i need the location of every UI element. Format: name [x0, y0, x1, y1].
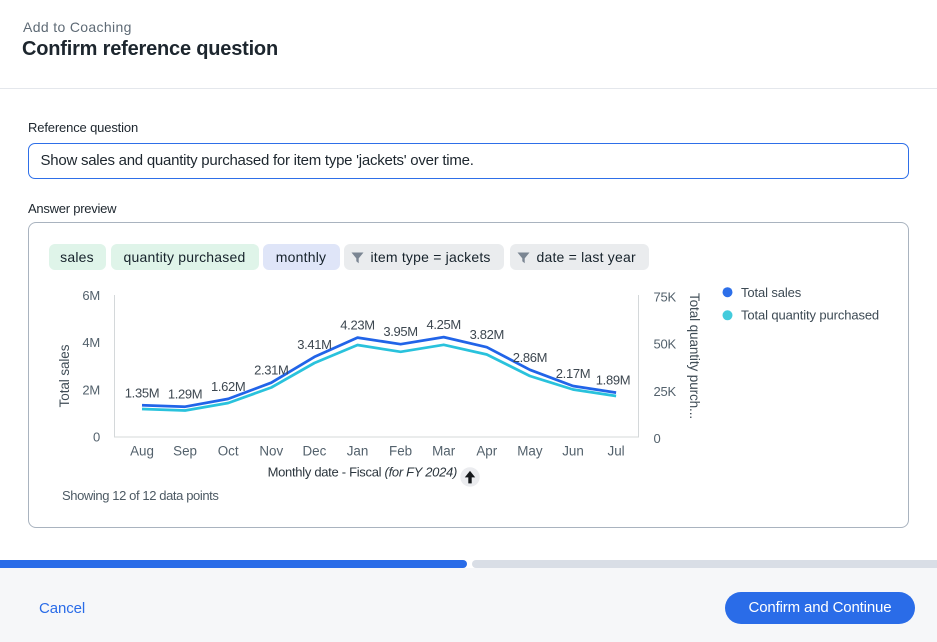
svg-text:Oct: Oct — [218, 444, 239, 459]
svg-text:25K: 25K — [654, 384, 677, 399]
svg-text:1.62M: 1.62M — [211, 379, 245, 394]
svg-text:6M: 6M — [82, 288, 100, 303]
svg-text:Total quantity purch...: Total quantity purch... — [687, 293, 702, 419]
svg-text:1.89M: 1.89M — [596, 373, 630, 388]
svg-text:4.25M: 4.25M — [427, 317, 461, 332]
svg-text:Sep: Sep — [173, 444, 197, 459]
svg-text:Nov: Nov — [259, 444, 283, 459]
svg-text:0: 0 — [654, 431, 661, 446]
svg-text:Total sales: Total sales — [57, 344, 72, 407]
svg-text:4M: 4M — [82, 335, 100, 350]
svg-text:Total sales: Total sales — [741, 285, 802, 300]
svg-text:2.31M: 2.31M — [254, 363, 288, 378]
svg-text:75K: 75K — [654, 290, 677, 305]
svg-text:1.35M: 1.35M — [125, 385, 159, 400]
svg-text:0: 0 — [93, 430, 100, 445]
svg-text:Monthly date - Fiscal (for FY: Monthly date - Fiscal (for FY 2024) — [268, 465, 457, 480]
svg-text:50K: 50K — [654, 337, 677, 352]
svg-text:Dec: Dec — [302, 444, 326, 459]
svg-text:Jul: Jul — [608, 444, 625, 459]
svg-text:3.82M: 3.82M — [470, 327, 504, 342]
svg-text:3.95M: 3.95M — [383, 324, 417, 339]
svg-text:1.29M: 1.29M — [168, 387, 202, 402]
svg-text:Aug: Aug — [130, 444, 154, 459]
svg-text:2.86M: 2.86M — [513, 350, 547, 365]
svg-text:Jun: Jun — [562, 444, 584, 459]
svg-text:Mar: Mar — [432, 444, 456, 459]
svg-text:3.41M: 3.41M — [297, 337, 331, 352]
svg-text:Apr: Apr — [476, 444, 497, 459]
svg-text:2M: 2M — [82, 383, 100, 398]
svg-text:Jan: Jan — [347, 444, 369, 459]
svg-text:2.17M: 2.17M — [556, 366, 590, 381]
svg-text:Total quantity purchased: Total quantity purchased — [741, 308, 879, 323]
svg-text:4.23M: 4.23M — [340, 318, 374, 333]
svg-text:Feb: Feb — [389, 444, 412, 459]
svg-text:May: May — [517, 444, 543, 459]
